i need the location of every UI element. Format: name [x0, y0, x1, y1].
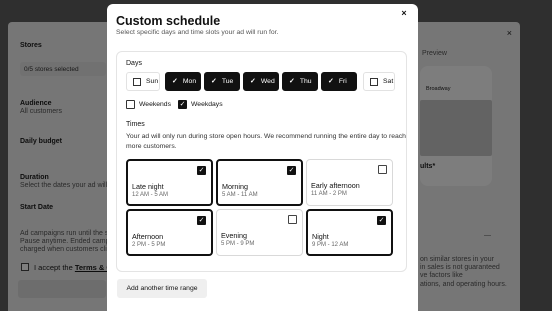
- slot-hours: 9 PM - 12 AM: [312, 242, 349, 248]
- checkmark-icon: ✓: [328, 78, 334, 85]
- checkbox-checked-icon: ✓: [377, 216, 386, 225]
- add-time-range-button[interactable]: Add another time range: [117, 279, 207, 298]
- times-description: Your ad will only run during store open …: [126, 133, 406, 150]
- day-label-mon: Mon: [182, 78, 197, 85]
- day-label-fri: Fri: [338, 78, 347, 85]
- custom-schedule-modal: Custom schedule Select specific days and…: [107, 4, 418, 311]
- checkmark-icon: ✓: [211, 78, 217, 85]
- modal-title: Custom schedule: [116, 14, 221, 28]
- time-slot-night[interactable]: ✓ Night 9 PM - 12 AM: [306, 209, 393, 256]
- day-toggle-sun[interactable]: Sun: [126, 72, 160, 91]
- day-label-wed: Wed: [260, 78, 275, 85]
- time-slot-evening[interactable]: Evening 5 PM - 9 PM: [216, 209, 303, 256]
- time-slot-afternoon[interactable]: ✓ Afternoon 2 PM - 5 PM: [126, 209, 213, 256]
- weekdays-label: Weekdays: [191, 101, 223, 108]
- slot-name: Afternoon: [132, 232, 164, 241]
- times-label: Times: [126, 121, 145, 128]
- checkbox-checked-icon: ✓: [197, 166, 206, 175]
- time-slot-morning[interactable]: ✓ Morning 5 AM - 11 AM: [216, 159, 303, 206]
- slot-name: Night: [312, 232, 329, 241]
- day-label-sun: Sun: [146, 78, 159, 85]
- day-toggle-mon[interactable]: ✓ Mon: [165, 72, 201, 91]
- weekends-label: Weekends: [139, 101, 171, 108]
- day-label-tue: Tue: [221, 78, 234, 85]
- checkbox-empty-icon: [378, 165, 387, 174]
- checkbox-empty-icon: [288, 215, 297, 224]
- day-label-sat: Sat: [383, 78, 394, 85]
- slot-name: Morning: [222, 182, 248, 191]
- slot-name: Early afternoon: [311, 181, 360, 190]
- checkbox-empty-icon: [370, 77, 378, 86]
- weekdays-checkbox[interactable]: ✓ Weekdays: [178, 100, 223, 109]
- day-toggle-sat[interactable]: Sat: [363, 72, 395, 91]
- slot-hours: 12 AM - 5 AM: [132, 192, 169, 198]
- checkbox-empty-icon: [126, 100, 135, 109]
- close-icon[interactable]: ×: [397, 6, 411, 20]
- checkbox-checked-icon: ✓: [197, 216, 206, 225]
- checkmark-icon: ✓: [250, 78, 256, 85]
- days-label: Days: [126, 60, 142, 67]
- day-toggle-wed[interactable]: ✓ Wed: [243, 72, 279, 91]
- day-toggle-fri[interactable]: ✓ Fri: [321, 72, 357, 91]
- time-slot-late-night[interactable]: ✓ Late night 12 AM - 5 AM: [126, 159, 213, 206]
- checkmark-icon: ✓: [289, 78, 295, 85]
- modal-subtitle: Select specific days and time slots your…: [116, 29, 279, 36]
- day-toggle-tue[interactable]: ✓ Tue: [204, 72, 240, 91]
- checkmark-icon: ✓: [172, 78, 178, 85]
- time-slot-early-afternoon[interactable]: Early afternoon 11 AM - 2 PM: [306, 159, 393, 206]
- slot-name: Evening: [221, 231, 247, 240]
- slot-hours: 5 PM - 9 PM: [221, 241, 255, 247]
- checkbox-checked-icon: ✓: [287, 166, 296, 175]
- weekends-checkbox[interactable]: Weekends: [126, 100, 171, 109]
- checkbox-empty-icon: [133, 77, 141, 86]
- slot-hours: 2 PM - 5 PM: [132, 242, 166, 248]
- slot-name: Late night: [132, 182, 164, 191]
- slot-hours: 11 AM - 2 PM: [311, 191, 347, 197]
- checkbox-checked-icon: ✓: [178, 100, 187, 109]
- day-label-thu: Thu: [299, 78, 312, 85]
- day-toggle-thu[interactable]: ✓ Thu: [282, 72, 318, 91]
- slot-hours: 5 AM - 11 AM: [222, 192, 258, 198]
